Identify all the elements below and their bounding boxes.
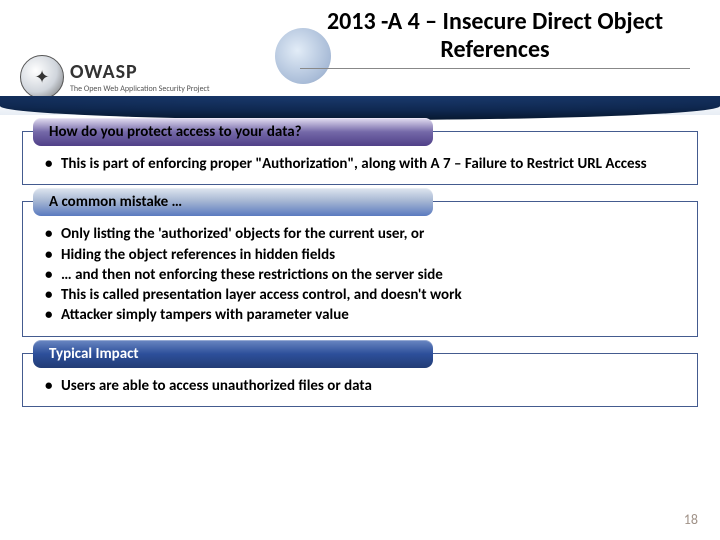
bullet-item: This is called presentation layer access… xyxy=(45,285,681,305)
bullet-item: This is part of enforcing proper "Author… xyxy=(45,154,681,174)
page-number: 18 xyxy=(684,511,698,528)
bullet-item: Users are able to access unauthorized fi… xyxy=(45,376,681,396)
slide-header: 2013 -A 4 – Insecure Direct Object Refer… xyxy=(0,0,720,115)
bullet-list: Users are able to access unauthorized fi… xyxy=(39,376,681,396)
section-label: Typical Impact xyxy=(33,340,433,368)
slide-content: How do you protect access to your data? … xyxy=(0,115,720,407)
section-typical-impact: Typical Impact Users are able to access … xyxy=(22,353,698,407)
bullet-list: This is part of enforcing proper "Author… xyxy=(39,154,681,174)
bullet-item: … and then not enforcing these restricti… xyxy=(45,265,681,285)
logo-name: OWASP xyxy=(70,60,210,84)
bullet-item: Only listing the 'authorized' objects fo… xyxy=(45,224,681,244)
title-underline xyxy=(300,68,690,69)
slide-title: 2013 -A 4 – Insecure Direct Object Refer… xyxy=(300,8,690,63)
section-common-mistake: A common mistake … Only listing the 'aut… xyxy=(22,201,698,336)
bullet-item: Hiding the object references in hidden f… xyxy=(45,245,681,265)
owasp-logo: OWASP The Open Web Application Security … xyxy=(20,55,210,99)
logo-tagline: The Open Web Application Security Projec… xyxy=(70,84,210,94)
bullet-list: Only listing the 'authorized' objects fo… xyxy=(39,224,681,325)
section-label: How do you protect access to your data? xyxy=(33,118,433,146)
bullet-item: Attacker simply tampers with parameter v… xyxy=(45,305,681,325)
owasp-logo-icon xyxy=(20,55,64,99)
section-protect-data: How do you protect access to your data? … xyxy=(22,131,698,185)
section-label: A common mistake … xyxy=(33,188,433,216)
